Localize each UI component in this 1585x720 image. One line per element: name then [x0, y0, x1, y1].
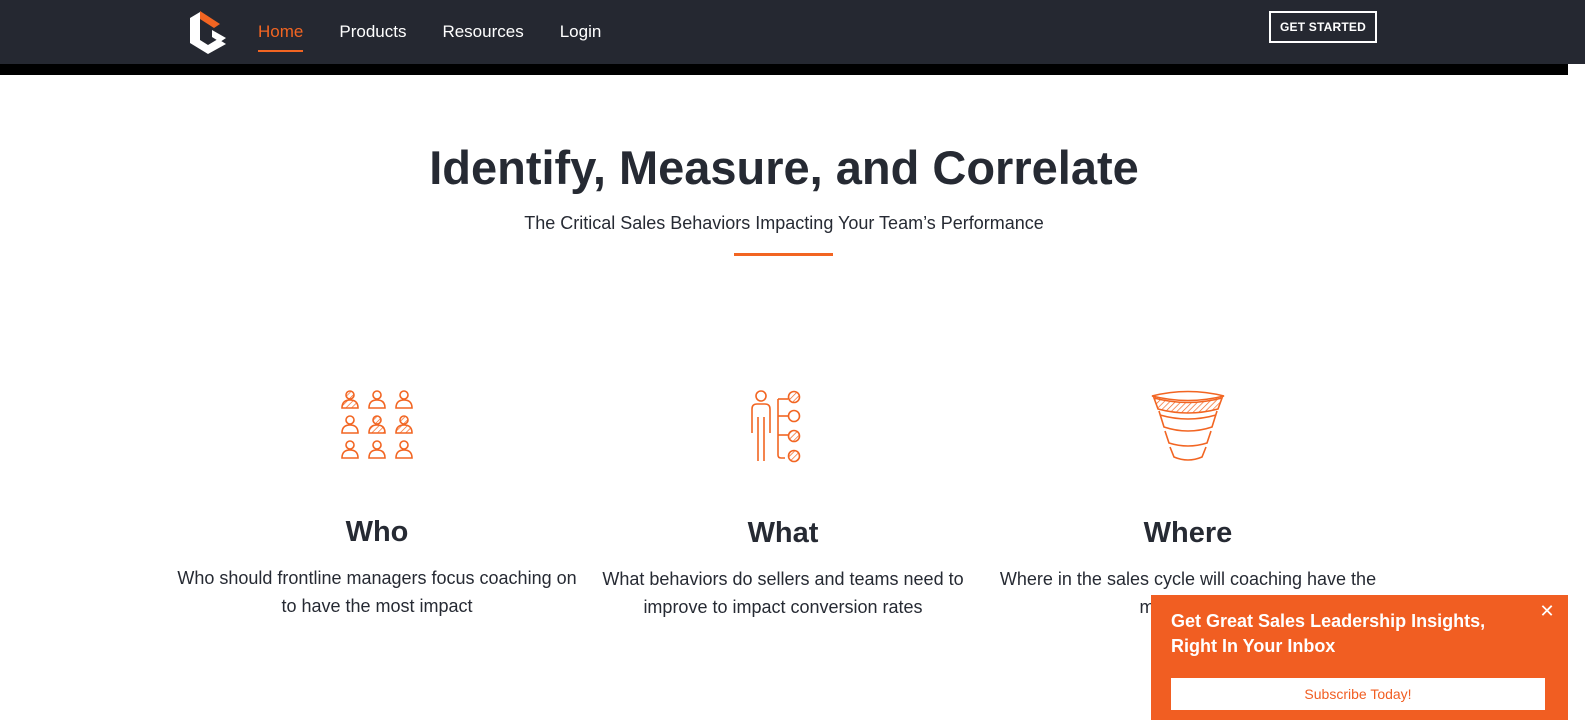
page-title: Identify, Measure, and Correlate	[429, 141, 1139, 194]
close-icon[interactable]: ✕	[1537, 601, 1557, 621]
feature-what-title: What	[747, 517, 819, 549]
nav-login[interactable]: Login	[560, 18, 602, 46]
nav-home[interactable]: Home	[258, 18, 304, 52]
people-grid-icon	[341, 390, 413, 459]
page-subtitle: The Critical Sales Behaviors Impacting Y…	[524, 213, 1044, 233]
feature-what-text: What behaviors do sellers and teams need…	[602, 569, 964, 617]
page-scrollbar-track[interactable]	[1568, 64, 1585, 720]
nav-bottom-border	[0, 64, 1568, 75]
feature-who-title: Who	[345, 516, 409, 548]
nav-resources[interactable]: Resources	[442, 18, 523, 46]
main-nav: Home Products Resources Login	[258, 0, 637, 64]
feature-who-text: Who should frontline managers focus coac…	[177, 568, 577, 616]
brand-logo-icon[interactable]	[188, 10, 228, 54]
get-started-button[interactable]: GET STARTED	[1269, 11, 1377, 43]
person-checklist-icon	[751, 390, 801, 463]
subscribe-button[interactable]: Subscribe Today!	[1171, 678, 1545, 710]
popup-title: Get Great Sales Leadership Insights, Rig…	[1171, 611, 1486, 656]
funnel-icon	[1151, 390, 1225, 461]
newsletter-popup: Get Great Sales Leadership Insights, Rig…	[1151, 595, 1568, 720]
feature-where-title: Where	[1143, 517, 1233, 549]
title-divider	[734, 253, 833, 256]
nav-products[interactable]: Products	[339, 18, 406, 46]
